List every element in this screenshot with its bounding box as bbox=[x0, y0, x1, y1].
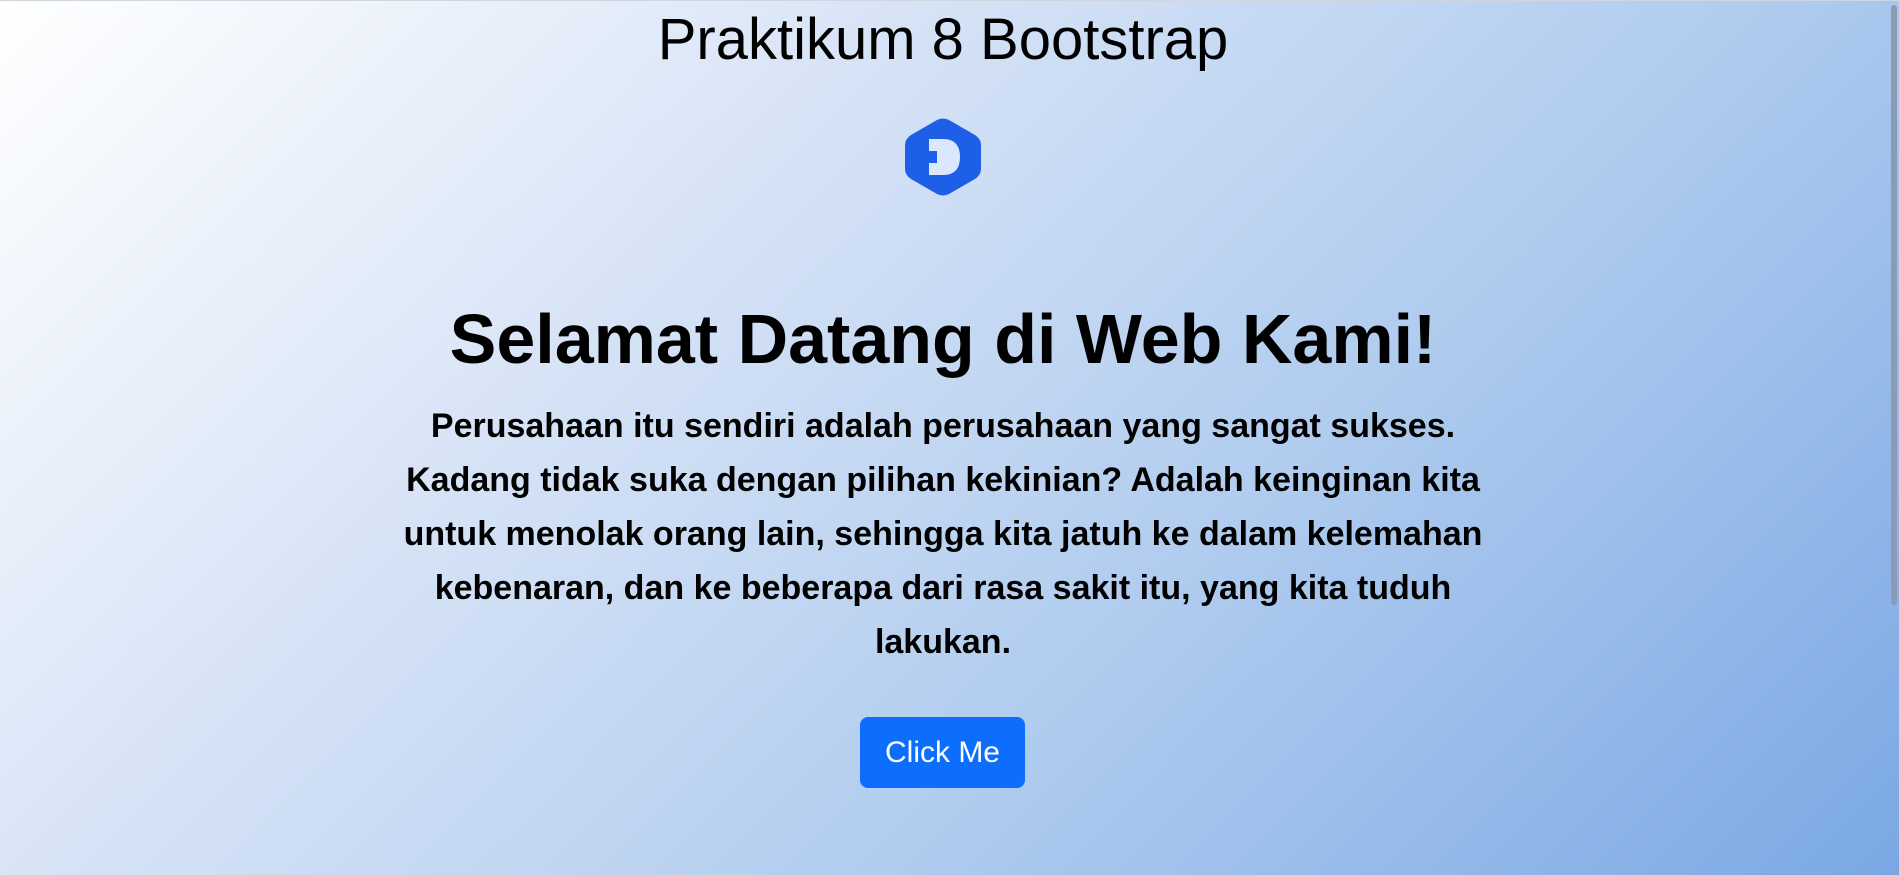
vertical-scrollbar[interactable] bbox=[1887, 1, 1899, 875]
scrollbar-thumb[interactable] bbox=[1891, 5, 1897, 605]
page-title: Praktikum 8 Bootstrap bbox=[657, 7, 1229, 72]
hero-lead-text: Perusahaan itu sendiri adalah perusahaan… bbox=[403, 407, 1483, 661]
hero-heading: Selamat Datang di Web Kami! bbox=[449, 300, 1437, 378]
click-me-button[interactable]: Click Me bbox=[860, 717, 1025, 788]
hexagon-d-logo-icon bbox=[905, 117, 981, 197]
page-container: Praktikum 8 Bootstrap Selamat Datang di … bbox=[0, 0, 1899, 875]
